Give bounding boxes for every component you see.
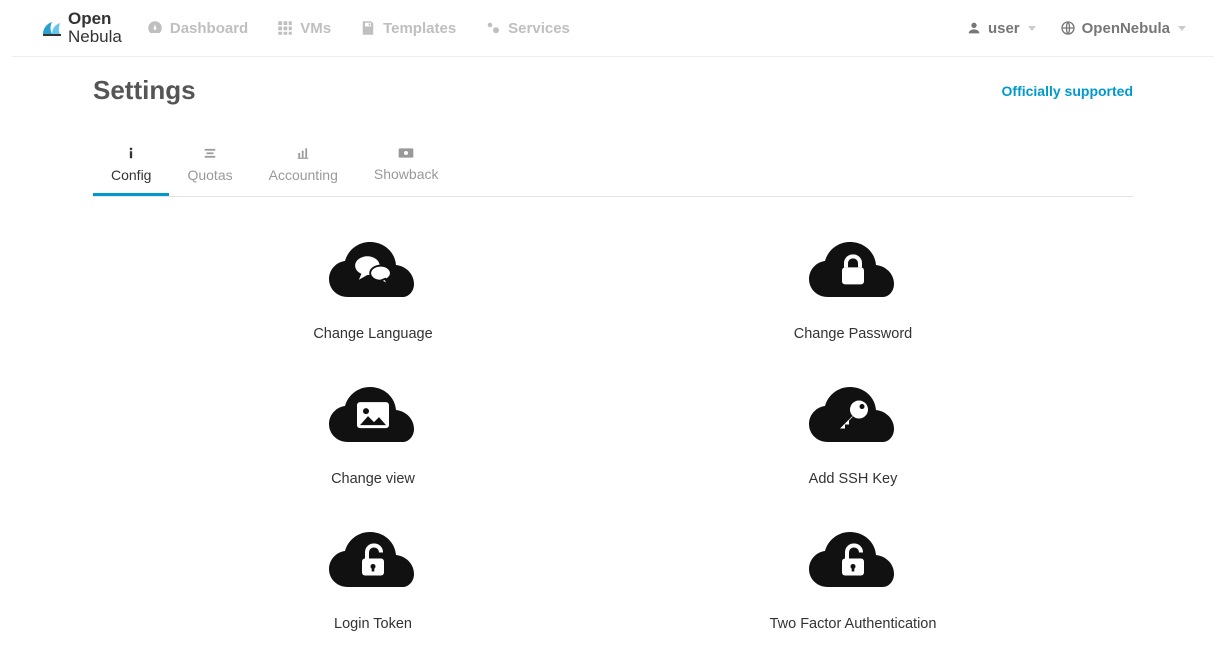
gears-icon	[484, 19, 502, 37]
logo-text-2: Nebula	[68, 27, 122, 46]
dashboard-icon	[146, 19, 164, 37]
tab-config[interactable]: Config	[93, 146, 169, 196]
nav-templates[interactable]: Templates	[359, 19, 456, 37]
nav-templates-label: Templates	[383, 20, 456, 37]
topbar: Open Nebula Dashboard VMs Templates Serv…	[12, 0, 1214, 57]
cloud-unlock-icon	[803, 527, 903, 597]
nav-services[interactable]: Services	[484, 19, 570, 37]
caret-down-icon	[1178, 26, 1186, 31]
nav-dashboard[interactable]: Dashboard	[146, 19, 248, 37]
nav-dashboard-label: Dashboard	[170, 20, 248, 37]
tile-change-language-label: Change Language	[153, 326, 593, 342]
user-name: user	[988, 20, 1020, 37]
nav-vms-label: VMs	[300, 20, 331, 37]
money-icon	[374, 146, 439, 162]
cloud-unlock-icon	[323, 527, 423, 597]
caret-down-icon	[1028, 26, 1036, 31]
tab-config-label: Config	[111, 167, 151, 183]
tab-accounting[interactable]: Accounting	[251, 146, 356, 196]
tab-showback[interactable]: Showback	[356, 146, 457, 196]
nav-services-label: Services	[508, 20, 570, 37]
cloud-key-icon	[803, 382, 903, 452]
cloud-comments-icon	[323, 237, 423, 307]
tab-quotas[interactable]: Quotas	[169, 146, 250, 196]
logo-icon	[40, 16, 64, 40]
tile-add-ssh-key-label: Add SSH Key	[633, 471, 1073, 487]
user-menu[interactable]: user	[966, 20, 1036, 37]
tile-change-password[interactable]: Change Password	[633, 237, 1073, 342]
tile-change-view[interactable]: Change view	[153, 382, 593, 487]
tabs: Config Quotas Accounting Showback	[93, 146, 1133, 197]
main-nav: Dashboard VMs Templates Services	[146, 19, 570, 37]
tab-quotas-label: Quotas	[187, 167, 232, 183]
info-icon	[111, 146, 151, 163]
tile-change-view-label: Change view	[153, 471, 593, 487]
config-tiles: Change Language Change Password Change v…	[153, 237, 1073, 632]
tab-showback-label: Showback	[374, 166, 439, 182]
zone-menu[interactable]: OpenNebula	[1060, 20, 1186, 37]
page: Settings Officially supported Config Quo…	[63, 57, 1163, 672]
zone-name: OpenNebula	[1082, 20, 1170, 37]
cloud-image-icon	[323, 382, 423, 452]
tile-change-language[interactable]: Change Language	[153, 237, 593, 342]
nav-vms[interactable]: VMs	[276, 19, 331, 37]
save-icon	[359, 19, 377, 37]
tab-accounting-label: Accounting	[269, 167, 338, 183]
page-header: Settings Officially supported	[93, 75, 1133, 106]
tile-login-token[interactable]: Login Token	[153, 527, 593, 632]
logo-text: Open Nebula	[68, 10, 122, 46]
tile-login-token-label: Login Token	[153, 616, 593, 632]
tile-two-factor-auth-label: Two Factor Authentication	[633, 616, 1073, 632]
cloud-lock-icon	[803, 237, 903, 307]
logo[interactable]: Open Nebula	[40, 10, 122, 46]
user-icon	[966, 20, 982, 36]
tile-two-factor-auth[interactable]: Two Factor Authentication	[633, 527, 1073, 632]
tile-change-password-label: Change Password	[633, 326, 1073, 342]
align-icon	[187, 146, 232, 163]
page-title: Settings	[93, 75, 196, 106]
grid-icon	[276, 19, 294, 37]
support-link[interactable]: Officially supported	[1002, 83, 1133, 99]
tile-add-ssh-key[interactable]: Add SSH Key	[633, 382, 1073, 487]
user-area: user OpenNebula	[966, 20, 1186, 37]
bar-chart-icon	[269, 146, 338, 163]
logo-text-1: Open	[68, 9, 111, 28]
globe-icon	[1060, 20, 1076, 36]
